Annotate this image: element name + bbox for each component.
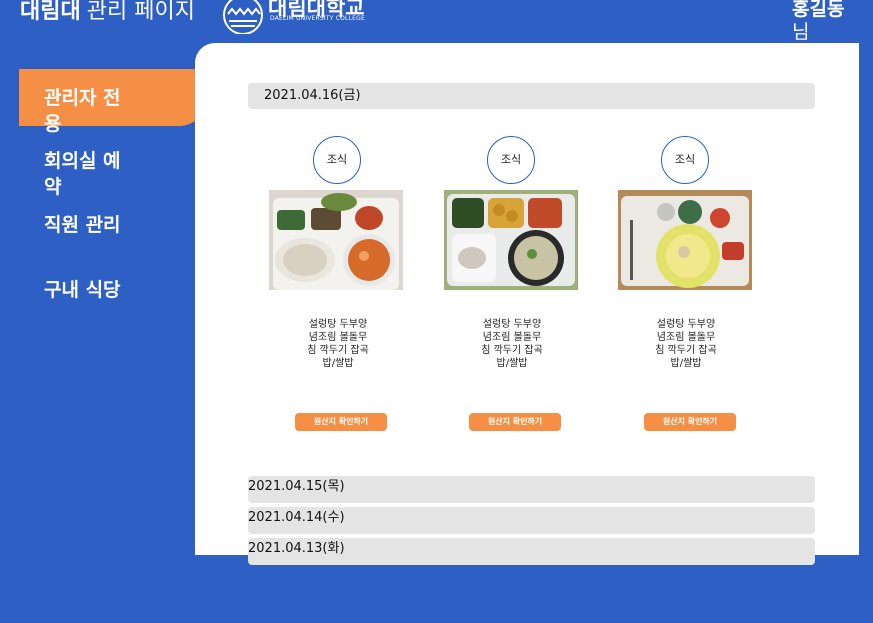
user-name-text: 홍길동: [792, 0, 845, 20]
meal-photo: [444, 190, 578, 290]
meal-photo: [269, 190, 403, 290]
date-accordion[interactable]: 2021.04.15(목): [248, 476, 815, 503]
meal-description: 설렁탕 두부양념조림 볼돌무침 깍두기 잡곡밥/쌀밥: [481, 319, 543, 369]
meal-photo: [618, 190, 752, 290]
date-accordion[interactable]: 2021.04.14(수): [248, 507, 815, 534]
check-origin-button[interactable]: 원산지 확인하기: [469, 413, 561, 431]
sidebar-item-cafeteria[interactable]: 구내 식당: [44, 277, 136, 303]
date-accordion[interactable]: 2021.04.13(화): [248, 538, 815, 565]
page-title-subtitle: 관리 페이지: [86, 0, 195, 24]
sidebar-item-staff-management[interactable]: 직원 관리: [44, 212, 136, 238]
meal-type-badge: 조식: [313, 136, 361, 184]
check-origin-button[interactable]: 원산지 확인하기: [644, 413, 736, 431]
user-name[interactable]: 홍길동님: [792, 0, 854, 44]
meal-type-badge: 조식: [487, 136, 535, 184]
page-title: 대림대 관리 페이지: [20, 0, 195, 32]
page-title-brand: 대림대: [20, 0, 81, 24]
university-logo[interactable]: 대림대학교 DAELIM UNIVERSITY COLLEGE: [222, 0, 382, 34]
logo-emblem-icon: [223, 0, 263, 34]
meal-description: 설렁탕 두부양념조림 볼돌무침 깍두기 잡곡밥/쌀밥: [655, 319, 717, 369]
meal-type-badge: 조식: [661, 136, 709, 184]
user-name-suffix: 님: [792, 21, 810, 43]
meal-description: 설렁탕 두부양념조림 볼돌무침 깍두기 잡곡밥/쌀밥: [307, 319, 369, 369]
sidebar-item-admin-only[interactable]: 관리자 전용: [44, 85, 136, 137]
sidebar-item-meeting-room-reservation[interactable]: 회의실 예약: [44, 148, 136, 200]
date-accordion-open[interactable]: 2021.04.16(금): [248, 83, 815, 109]
logo-subtext: DAELIM UNIVERSITY COLLEGE: [270, 15, 365, 22]
check-origin-button[interactable]: 원산지 확인하기: [295, 413, 387, 431]
